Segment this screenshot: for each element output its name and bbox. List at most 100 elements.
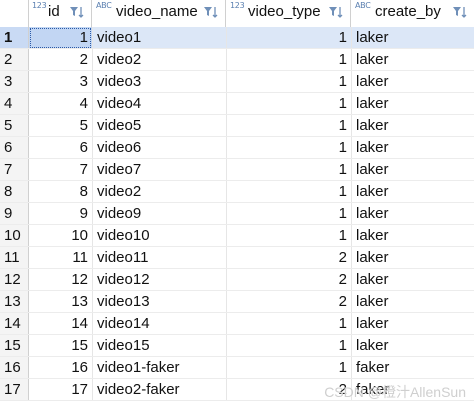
row-number[interactable]: 9 bbox=[0, 203, 29, 225]
cell-create-by[interactable]: laker bbox=[351, 71, 474, 93]
cell-video-type[interactable]: 2 bbox=[226, 269, 351, 291]
cell-video-type[interactable]: 2 bbox=[226, 247, 351, 269]
table-row[interactable]: 6 6 video6 1 laker bbox=[0, 137, 474, 159]
cell-id[interactable]: 1 bbox=[29, 27, 92, 49]
cell-create-by[interactable]: laker bbox=[351, 291, 474, 313]
cell-id[interactable]: 17 bbox=[29, 379, 92, 401]
column-header-id[interactable]: 123 id bbox=[29, 0, 92, 27]
cell-id[interactable]: 6 bbox=[29, 137, 92, 159]
row-number[interactable]: 8 bbox=[0, 181, 29, 203]
cell-create-by[interactable]: laker bbox=[351, 137, 474, 159]
column-header-create-by[interactable]: ABC create_by bbox=[351, 0, 474, 27]
cell-create-by[interactable]: laker bbox=[351, 49, 474, 71]
cell-video-type[interactable]: 1 bbox=[226, 203, 351, 225]
table-row[interactable]: 4 4 video4 1 laker bbox=[0, 93, 474, 115]
cell-video-type[interactable]: 1 bbox=[226, 115, 351, 137]
table-row[interactable]: 3 3 video3 1 laker bbox=[0, 71, 474, 93]
cell-video-name[interactable]: video3 bbox=[92, 71, 226, 93]
cell-video-type[interactable]: 1 bbox=[226, 93, 351, 115]
cell-id[interactable]: 2 bbox=[29, 49, 92, 71]
row-number[interactable]: 6 bbox=[0, 137, 29, 159]
cell-video-name[interactable]: video2 bbox=[92, 49, 226, 71]
sort-filter-icon[interactable] bbox=[327, 4, 345, 22]
table-row[interactable]: 5 5 video5 1 laker bbox=[0, 115, 474, 137]
cell-video-name[interactable]: video2 bbox=[92, 181, 226, 203]
cell-create-by[interactable]: laker bbox=[351, 159, 474, 181]
row-number[interactable]: 16 bbox=[0, 357, 29, 379]
row-number[interactable]: 15 bbox=[0, 335, 29, 357]
cell-video-name[interactable]: video5 bbox=[92, 115, 226, 137]
cell-video-name[interactable]: video4 bbox=[92, 93, 226, 115]
column-header-video-name[interactable]: ABC video_name bbox=[92, 0, 226, 27]
cell-video-name[interactable]: video1 bbox=[92, 27, 226, 49]
cell-video-name[interactable]: video12 bbox=[92, 269, 226, 291]
row-number[interactable]: 5 bbox=[0, 115, 29, 137]
cell-create-by[interactable]: laker bbox=[351, 335, 474, 357]
cell-video-type[interactable]: 1 bbox=[226, 49, 351, 71]
sort-filter-icon[interactable] bbox=[202, 4, 220, 22]
table-row[interactable]: 13 13 video13 2 laker bbox=[0, 291, 474, 313]
cell-create-by[interactable]: laker bbox=[351, 203, 474, 225]
table-row[interactable]: 1 1 video1 1 laker bbox=[0, 27, 474, 49]
cell-video-type[interactable]: 1 bbox=[226, 27, 351, 49]
table-row[interactable]: 15 15 video15 1 laker bbox=[0, 335, 474, 357]
cell-video-name[interactable]: video13 bbox=[92, 291, 226, 313]
row-number[interactable]: 1 bbox=[0, 27, 29, 49]
table-row[interactable]: 12 12 video12 2 laker bbox=[0, 269, 474, 291]
cell-video-name[interactable]: video9 bbox=[92, 203, 226, 225]
cell-video-name[interactable]: video10 bbox=[92, 225, 226, 247]
table-row[interactable]: 2 2 video2 1 laker bbox=[0, 49, 474, 71]
cell-video-name[interactable]: video11 bbox=[92, 247, 226, 269]
cell-create-by[interactable]: laker bbox=[351, 93, 474, 115]
cell-create-by[interactable]: laker bbox=[351, 27, 474, 49]
cell-create-by[interactable]: laker bbox=[351, 247, 474, 269]
cell-video-name[interactable]: video7 bbox=[92, 159, 226, 181]
cell-id[interactable]: 11 bbox=[29, 247, 92, 269]
row-number[interactable]: 3 bbox=[0, 71, 29, 93]
cell-create-by[interactable]: laker bbox=[351, 115, 474, 137]
cell-video-type[interactable]: 1 bbox=[226, 181, 351, 203]
cell-id[interactable]: 5 bbox=[29, 115, 92, 137]
row-number[interactable]: 2 bbox=[0, 49, 29, 71]
row-number[interactable]: 14 bbox=[0, 313, 29, 335]
cell-id[interactable]: 7 bbox=[29, 159, 92, 181]
cell-create-by[interactable]: faker bbox=[351, 357, 474, 379]
cell-id[interactable]: 15 bbox=[29, 335, 92, 357]
column-header-video-type[interactable]: 123 video_type bbox=[226, 0, 351, 27]
cell-video-type[interactable]: 1 bbox=[226, 71, 351, 93]
cell-id[interactable]: 16 bbox=[29, 357, 92, 379]
table-row[interactable]: 11 11 video11 2 laker bbox=[0, 247, 474, 269]
row-number[interactable]: 10 bbox=[0, 225, 29, 247]
cell-video-type[interactable]: 1 bbox=[226, 335, 351, 357]
cell-video-type[interactable]: 1 bbox=[226, 137, 351, 159]
table-row[interactable]: 14 14 video14 1 laker bbox=[0, 313, 474, 335]
cell-id[interactable]: 3 bbox=[29, 71, 92, 93]
row-number[interactable]: 12 bbox=[0, 269, 29, 291]
row-number[interactable]: 17 bbox=[0, 379, 29, 401]
cell-video-name[interactable]: video2-faker bbox=[92, 379, 226, 401]
cell-video-name[interactable]: video15 bbox=[92, 335, 226, 357]
table-row[interactable]: 7 7 video7 1 laker bbox=[0, 159, 474, 181]
cell-id[interactable]: 14 bbox=[29, 313, 92, 335]
table-row[interactable]: 16 16 video1-faker 1 faker bbox=[0, 357, 474, 379]
cell-id[interactable]: 8 bbox=[29, 181, 92, 203]
cell-create-by[interactable]: laker bbox=[351, 181, 474, 203]
row-number[interactable]: 11 bbox=[0, 247, 29, 269]
sort-filter-icon[interactable] bbox=[68, 4, 86, 22]
cell-video-type[interactable]: 1 bbox=[226, 225, 351, 247]
table-row[interactable]: 8 8 video2 1 laker bbox=[0, 181, 474, 203]
row-number[interactable]: 7 bbox=[0, 159, 29, 181]
cell-video-type[interactable]: 2 bbox=[226, 291, 351, 313]
row-number[interactable]: 13 bbox=[0, 291, 29, 313]
sort-filter-icon[interactable] bbox=[451, 4, 469, 22]
cell-id[interactable]: 12 bbox=[29, 269, 92, 291]
cell-create-by[interactable]: laker bbox=[351, 313, 474, 335]
table-row[interactable]: 10 10 video10 1 laker bbox=[0, 225, 474, 247]
cell-create-by[interactable]: laker bbox=[351, 269, 474, 291]
row-number[interactable]: 4 bbox=[0, 93, 29, 115]
cell-video-type[interactable]: 1 bbox=[226, 357, 351, 379]
cell-video-name[interactable]: video14 bbox=[92, 313, 226, 335]
cell-video-type[interactable]: 1 bbox=[226, 313, 351, 335]
cell-video-name[interactable]: video6 bbox=[92, 137, 226, 159]
table-row[interactable]: 9 9 video9 1 laker bbox=[0, 203, 474, 225]
